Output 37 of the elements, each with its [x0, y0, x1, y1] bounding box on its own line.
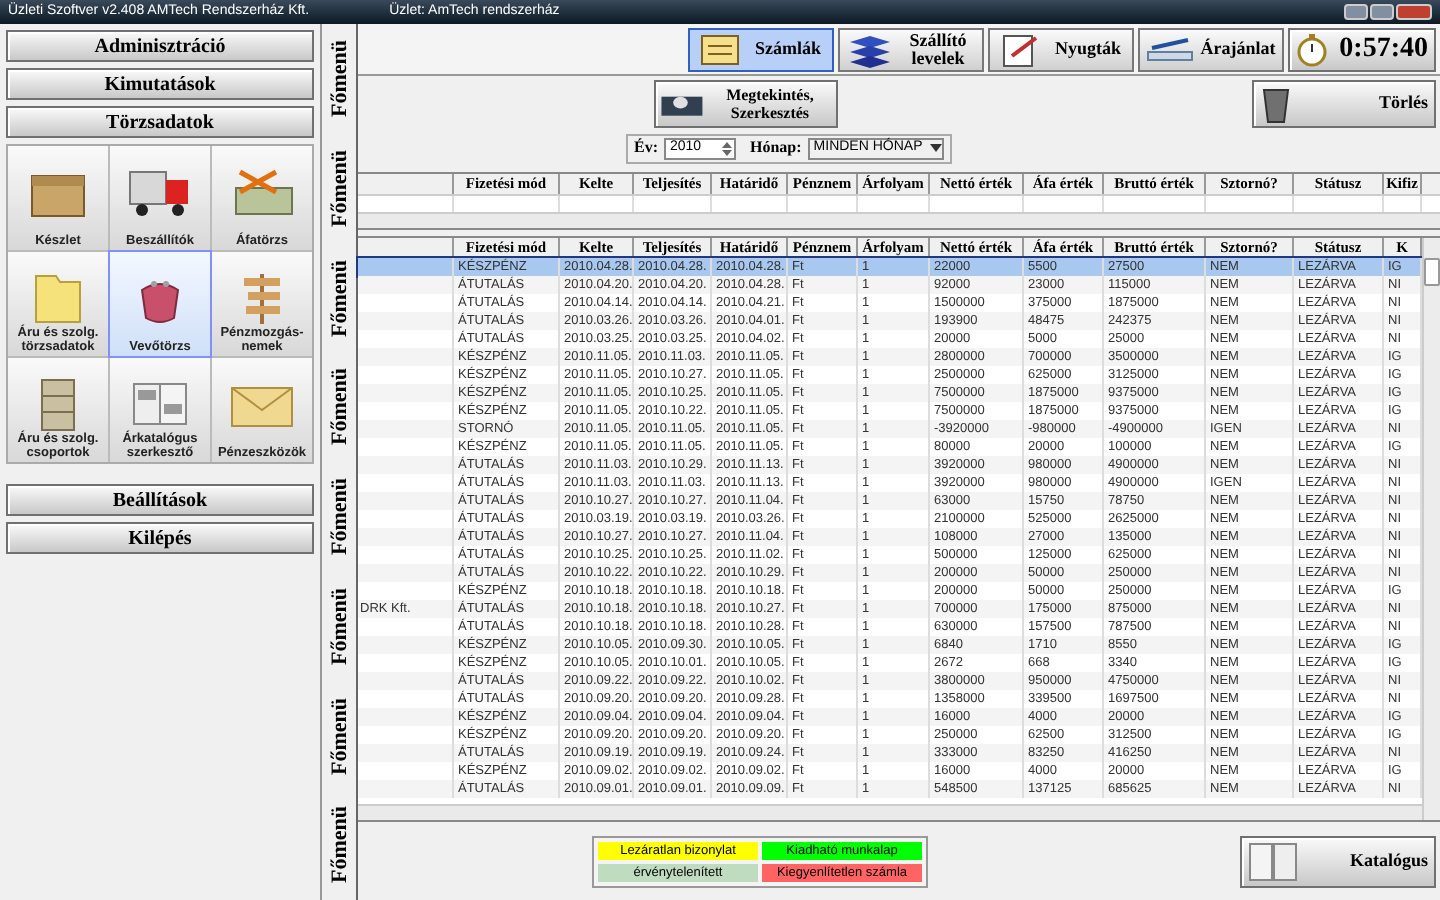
- toolbar-button[interactable]: Számlák: [688, 27, 834, 71]
- horizontal-scrollbar[interactable]: [358, 804, 1422, 820]
- month-label: Hónap:: [750, 136, 802, 160]
- timer-text: 0:57:40: [1339, 32, 1428, 68]
- menu-button[interactable]: Törzsadatok: [6, 106, 314, 138]
- side-tab[interactable]: Főmenü: [325, 40, 353, 118]
- delete-button[interactable]: Törlés: [1252, 80, 1436, 128]
- menu-button[interactable]: Beállítások: [6, 484, 314, 516]
- toolbar-button[interactable]: Szállító levelek: [838, 27, 984, 71]
- vertical-scrollbar[interactable]: [1422, 238, 1440, 820]
- dropdown-arrow-icon: [929, 144, 942, 152]
- toolbar-button[interactable]: Árajánlat: [1138, 27, 1284, 71]
- close-button[interactable]: [1396, 4, 1432, 20]
- catalog-pages-icon: [1248, 841, 1300, 881]
- notepad-icon: [696, 31, 744, 67]
- side-tab[interactable]: Főmenü: [325, 697, 353, 775]
- menu-button[interactable]: Adminisztráció: [6, 30, 314, 62]
- minimize-button[interactable]: [1344, 4, 1368, 20]
- maximize-button[interactable]: [1370, 4, 1394, 20]
- toolbar-button[interactable]: Nyugták: [988, 27, 1134, 71]
- catalog-button[interactable]: Katalógus: [1240, 835, 1436, 887]
- side-tab[interactable]: Főmenü: [325, 368, 353, 446]
- menu-button[interactable]: Kilépés: [6, 522, 314, 554]
- side-tab[interactable]: Főmenü: [325, 149, 353, 227]
- horizontal-scrollbar[interactable]: [358, 212, 1440, 228]
- side-tab[interactable]: Főmenü: [325, 806, 353, 884]
- year-label: Év:: [634, 136, 658, 160]
- menu-button[interactable]: Kimutatások: [6, 68, 314, 100]
- side-tab[interactable]: Főmenü: [325, 587, 353, 665]
- side-tab[interactable]: Főmenü: [325, 259, 353, 337]
- scrollbar-thumb[interactable]: [1424, 258, 1440, 286]
- view-edit-button[interactable]: Megtekintés, Szerkesztés: [654, 80, 838, 128]
- document-trays-icon: [846, 31, 894, 67]
- side-tab[interactable]: Főmenü: [325, 478, 353, 556]
- trash-can-icon: [1260, 84, 1292, 124]
- stopwatch-icon: [1296, 31, 1328, 67]
- spinner-arrows-icon: [720, 139, 734, 157]
